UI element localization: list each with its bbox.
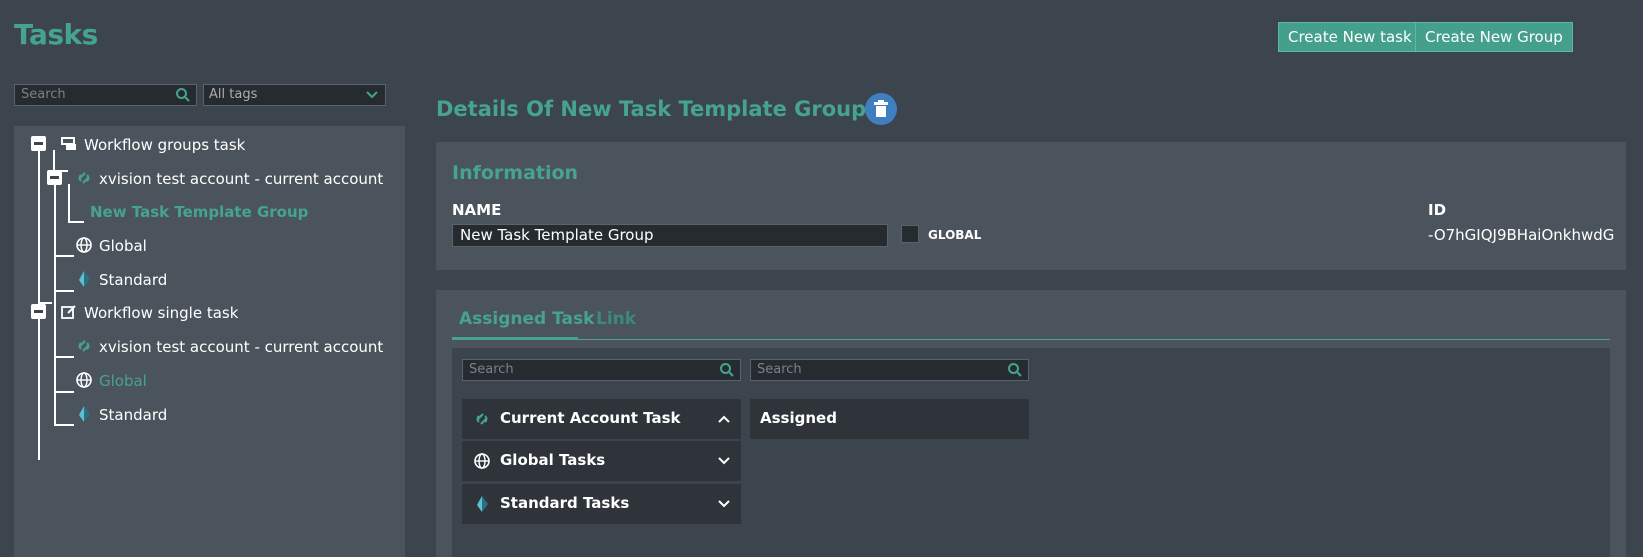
tree-node-label: Standard: [99, 271, 168, 289]
edit-icon: [61, 305, 76, 319]
tree-node-label: New Task Template Group: [90, 203, 309, 221]
tree-connector: [54, 290, 74, 292]
tree-node-label: Global: [99, 372, 147, 390]
information-card: Information NAME New Task Template Group…: [436, 142, 1626, 270]
id-value: -O7hGIQJ9BHaiOnkhwdG: [1428, 226, 1615, 244]
create-new-task-button[interactable]: Create New task: [1278, 22, 1422, 52]
chevron-down-icon: [366, 91, 378, 99]
tree-node-label: Global: [99, 237, 147, 255]
tree-node-label: Workflow single task: [84, 304, 239, 322]
tree-connector: [54, 356, 74, 358]
globe-icon: [76, 237, 92, 253]
section-current-account-task[interactable]: Current Account Task: [462, 399, 741, 439]
collapse-toggle[interactable]: [31, 304, 46, 319]
section-standard-tasks[interactable]: Standard Tasks: [462, 484, 741, 524]
collapse-toggle[interactable]: [47, 170, 62, 185]
search-icon: [176, 88, 190, 102]
name-input[interactable]: New Task Template Group: [452, 224, 888, 247]
standard-logo-icon: [79, 271, 90, 287]
chevron-up-icon: [718, 415, 730, 423]
task-tree-panel: Workflow groups task xvision test accoun…: [14, 126, 405, 557]
search-placeholder: Search: [757, 362, 802, 377]
tabs-divider: [452, 339, 1610, 340]
search-icon: [1008, 363, 1022, 377]
globe-icon: [474, 453, 490, 469]
trash-icon: [874, 100, 888, 117]
tree-node-standard-single[interactable]: Standard: [75, 405, 167, 425]
chevron-down-icon: [718, 457, 730, 465]
group-icon: [61, 137, 76, 150]
global-label: GLOBAL: [928, 228, 982, 242]
assigned-header: Assigned: [750, 399, 1029, 439]
tree-node-label: xvision test account - current account: [99, 170, 384, 188]
tree-node-label: xvision test account - current account: [99, 338, 384, 356]
tab-link[interactable]: Link: [596, 309, 636, 329]
tree-search-input[interactable]: Search: [14, 84, 197, 106]
tree-connector: [54, 391, 74, 393]
tree-connector: [54, 320, 56, 426]
create-new-group-button[interactable]: Create New Group: [1415, 22, 1573, 52]
account-link-icon: [78, 172, 90, 184]
chevron-down-icon: [718, 500, 730, 508]
standard-logo-icon: [79, 406, 90, 422]
section-global-tasks[interactable]: Global Tasks: [462, 441, 741, 481]
tree-node-new-task-template-group[interactable]: New Task Template Group: [90, 202, 308, 222]
collapse-toggle[interactable]: [31, 136, 46, 151]
tags-select-value: All tags: [209, 87, 258, 102]
tree-node-workflow-groups[interactable]: Workflow groups task: [60, 135, 245, 155]
section-label: Standard Tasks: [500, 494, 630, 512]
tree-connector: [54, 424, 74, 426]
tree-node-current-account-single[interactable]: xvision test account - current account: [75, 337, 383, 357]
assigned-header-label: Assigned: [760, 409, 837, 427]
tags-select[interactable]: All tags: [203, 84, 386, 106]
details-heading: Details Of New Task Template Group: [436, 97, 867, 121]
global-checkbox[interactable]: [901, 225, 919, 243]
tree-node-global-single[interactable]: Global: [75, 371, 147, 391]
delete-group-button[interactable]: [865, 93, 897, 125]
tree-node-label: Standard: [99, 406, 168, 424]
section-label: Current Account Task: [500, 409, 681, 427]
tree-node-workflow-single[interactable]: Workflow single task: [60, 303, 238, 323]
search-placeholder: Search: [469, 362, 514, 377]
standard-logo-icon: [477, 496, 488, 512]
tree-node-global[interactable]: Global: [75, 236, 147, 256]
tree-node-label: Workflow groups task: [84, 136, 246, 154]
name-label: NAME: [452, 201, 502, 219]
assignment-content: Search Search Current Account Task Globa…: [452, 348, 1610, 557]
tree-connector: [68, 184, 70, 222]
page-title: Tasks: [14, 18, 98, 51]
account-link-icon: [476, 413, 488, 425]
account-link-icon: [78, 340, 90, 352]
information-title: Information: [452, 162, 579, 184]
tree-node-standard[interactable]: Standard: [75, 270, 167, 290]
assigned-tasks-search[interactable]: Search: [750, 359, 1029, 381]
tab-assigned-task[interactable]: Assigned Task: [459, 309, 594, 329]
assignment-card: Assigned Task Link Search Search Current…: [436, 290, 1626, 557]
tree-connector: [53, 150, 55, 170]
tree-node-current-account[interactable]: xvision test account - current account: [75, 169, 383, 189]
section-label: Global Tasks: [500, 451, 606, 469]
globe-icon: [76, 372, 92, 388]
search-icon: [720, 363, 734, 377]
available-tasks-search[interactable]: Search: [462, 359, 741, 381]
tree-connector: [68, 221, 84, 223]
search-placeholder: Search: [21, 87, 66, 102]
id-label: ID: [1428, 201, 1447, 219]
tree-connector: [54, 255, 74, 257]
